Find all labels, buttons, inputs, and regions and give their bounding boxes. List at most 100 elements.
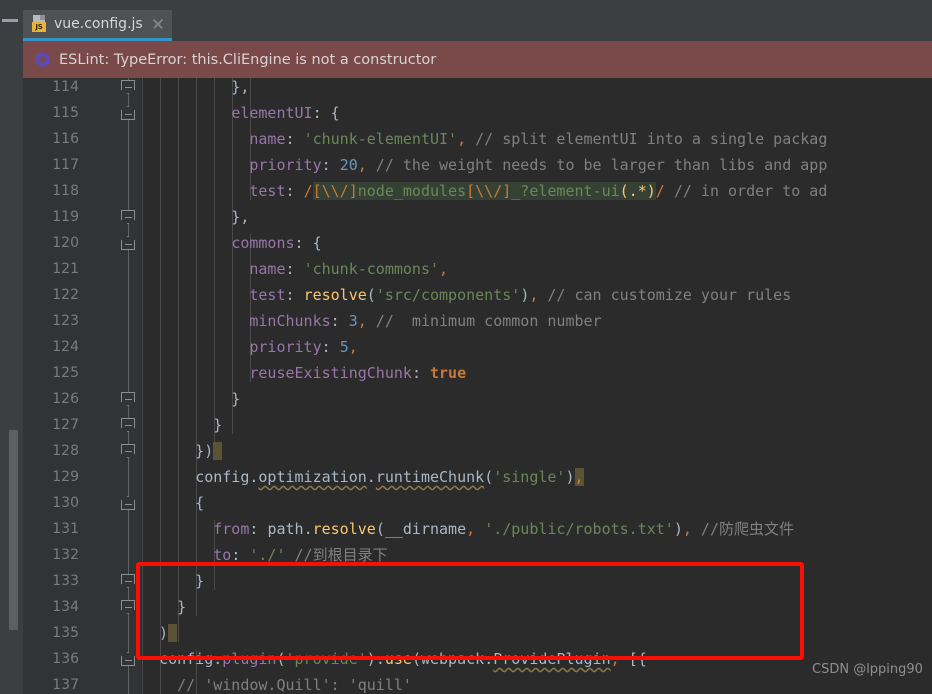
fold-guide-line [127, 620, 129, 646]
code-token: ( [375, 520, 385, 538]
code-token: priority [249, 338, 322, 356]
code-line[interactable]: minChunks: 3, // minimum common number [141, 308, 932, 334]
fold-guide-line [127, 516, 129, 542]
code-token: \\/ [475, 182, 503, 200]
code-token: plugin [222, 650, 277, 668]
code-line[interactable]: priority: 5, [141, 334, 932, 360]
code-line[interactable]: config.optimization.runtimeChunk('single… [141, 464, 932, 490]
code-line[interactable]: test: /[\\/]node_modules[\\/]_?element-u… [141, 178, 932, 204]
code-token: true [430, 364, 467, 382]
code-token: }, [141, 208, 250, 226]
code-token: priority [249, 156, 322, 174]
code-token: , [357, 312, 367, 330]
fold-toggle-icon[interactable] [121, 236, 135, 250]
minimize-icon[interactable] [2, 19, 18, 22]
fold-toggle-icon[interactable] [121, 496, 135, 510]
code-token: } [141, 572, 205, 590]
code-token: : [411, 364, 430, 382]
code-token: : [249, 520, 268, 538]
fold-toggle-icon[interactable] [121, 210, 135, 224]
fold-toggle-icon[interactable] [121, 106, 135, 120]
fold-toggle-icon[interactable] [121, 574, 135, 588]
fold-guide-line [127, 672, 129, 694]
code-token: }) [141, 442, 214, 460]
close-icon[interactable] [151, 17, 165, 31]
fold-toggle-icon[interactable] [121, 600, 135, 614]
code-line[interactable]: commons: { [141, 230, 932, 256]
fold-toggle-icon[interactable] [121, 418, 135, 432]
code-token: ( [411, 650, 421, 668]
fold-guide-line [127, 360, 129, 386]
eslint-error-banner[interactable]: ESLint: TypeError: this.CliEngine is not… [23, 41, 932, 78]
code-line[interactable]: ) [141, 620, 932, 646]
code-token: test [249, 286, 286, 304]
code-line[interactable]: { [141, 490, 932, 516]
code-token: }, [141, 78, 250, 96]
code-line[interactable]: name: 'chunk-elementUI', // split elemen… [141, 126, 932, 152]
code-line[interactable]: test: resolve('src/components'), // can … [141, 282, 932, 308]
code-token: , [610, 650, 620, 668]
code-token: / [303, 182, 313, 200]
code-token: . [484, 650, 494, 668]
fold-guide-line [127, 178, 129, 204]
code-token: 3 [348, 312, 358, 330]
code-token: 'provide' [285, 650, 367, 668]
code-token: : [285, 182, 304, 200]
code-token: 5 [339, 338, 349, 356]
code-token: // 'window.Quill': 'quill' [177, 676, 412, 694]
code-token: // minimum common number [366, 312, 602, 330]
fold-guide-line [127, 282, 129, 308]
code-token: : [330, 312, 349, 330]
code-token: , [574, 468, 584, 486]
js-file-icon-label: JS [32, 22, 46, 32]
code-line[interactable]: from: path.resolve(__dirname, './public/… [141, 516, 932, 542]
code-line[interactable]: elementUI: { [141, 100, 932, 126]
fold-toggle-icon[interactable] [121, 392, 135, 406]
code-token: ) [520, 286, 530, 304]
code-line[interactable]: } [141, 412, 932, 438]
code-token: 'chunk-commons' [303, 260, 440, 278]
code-line[interactable]: } [141, 594, 932, 620]
code-line[interactable]: }) [141, 438, 932, 464]
code-token: ) [141, 624, 169, 642]
code-token: ] [348, 182, 358, 200]
code-token: 'src/components' [375, 286, 521, 304]
code-line[interactable]: } [141, 386, 932, 412]
ide-editor-window: JS vue.config.js ESLint: TypeError: this… [0, 0, 932, 694]
code-token: path [267, 520, 304, 538]
vertical-scrollbar-thumb[interactable] [9, 430, 18, 630]
fold-toggle-icon[interactable] [121, 652, 135, 666]
code-token: , [348, 338, 358, 356]
code-token: : [285, 260, 304, 278]
code-editor[interactable]: 114 115 116 117 118 119 120 121 122 123 124 125 126 1… [23, 78, 932, 694]
fold-guide-line [127, 464, 129, 490]
fold-toggle-icon[interactable] [121, 80, 135, 94]
code-content[interactable]: }, elementUI: { name: 'chunk-elementUI',… [141, 78, 932, 694]
code-line[interactable]: priority: 20, // the weight needs to be … [141, 152, 932, 178]
code-line[interactable]: to: './' //到根目录下 [141, 542, 932, 568]
code-folding-column[interactable] [118, 78, 138, 694]
code-token: : [285, 286, 304, 304]
code-line[interactable]: name: 'chunk-commons', [141, 256, 932, 282]
editor-tab-vue-config-js[interactable]: JS vue.config.js [23, 10, 172, 41]
code-line[interactable]: reuseExistingChunk: true [141, 360, 932, 386]
code-line[interactable]: }, [141, 78, 932, 100]
editor-gutter[interactable]: 114 115 116 117 118 119 120 121 122 123 124 125 126 1… [23, 78, 141, 694]
code-token: [{ [619, 650, 647, 668]
code-token: ProvidePlugin [493, 650, 611, 668]
fold-toggle-icon[interactable] [121, 444, 135, 458]
code-line[interactable]: } [141, 568, 932, 594]
code-line[interactable]: }, [141, 204, 932, 230]
code-token: runtimeChunk [375, 468, 485, 486]
